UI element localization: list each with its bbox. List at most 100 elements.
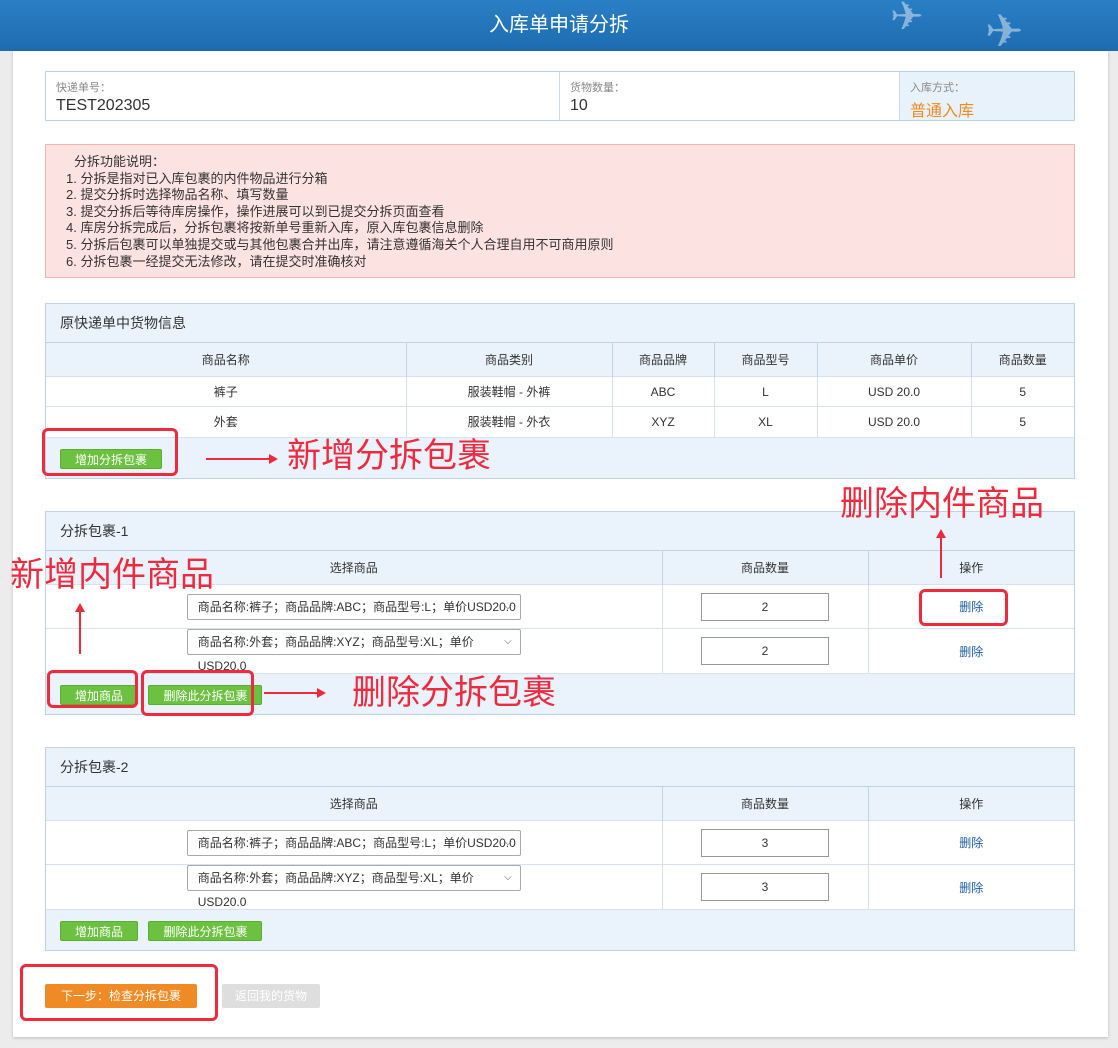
notice-line: 1. 分拆是指对已入库包裹的内件物品进行分箱 xyxy=(66,170,328,186)
original-goods-table: 商品名称 商品类别 商品品牌 商品型号 商品单价 商品数量 裤子 服装鞋帽 - … xyxy=(46,342,1074,437)
package-box-2: 分拆包裹-2 选择商品 商品数量 操作 商品名称:裤子；商品品牌:ABC；商品型… xyxy=(45,747,1075,951)
original-goods-box: 原快递单中货物信息 商品名称 商品类别 商品品牌 商品型号 商品单价 商品数量 … xyxy=(45,303,1075,479)
highlight-delete-package xyxy=(141,670,254,716)
col-header: 商品数量 xyxy=(662,786,869,821)
col-header: 商品型号 xyxy=(714,342,818,377)
action-cell: 删除 xyxy=(868,628,1074,673)
notice-line: 6. 分拆包裹一经提交无法修改，请在提交时准确核对 xyxy=(66,253,367,269)
select-cell: 商品名称:外套；商品品牌:XYZ；商品型号:XL；单价USD20.0 ⌵ xyxy=(46,864,663,909)
table-row: 商品名称:裤子；商品品牌:ABC；商品型号:L；单价USD20.0 ⌵ 3 删除 xyxy=(46,820,1074,865)
product-select-value: 商品名称:裤子；商品品牌:ABC；商品型号:L；单价USD20.0 xyxy=(197,599,516,614)
title-bar: ✈ ✈ 入库单申请分拆 xyxy=(0,0,1118,51)
cell: L xyxy=(714,376,818,407)
select-cell: 商品名称:外套；商品品牌:XYZ；商品型号:XL；单价USD20.0 ⌵ xyxy=(46,628,663,673)
chevron-down-icon: ⌵ xyxy=(504,600,512,612)
quantity-input[interactable]: 2 xyxy=(701,592,829,621)
cell: USD 20.0 xyxy=(817,376,972,407)
product-select[interactable]: 商品名称:外套；商品品牌:XYZ；商品型号:XL；单价USD20.0 ⌵ xyxy=(186,629,521,673)
add-item-button[interactable]: 增加商品 xyxy=(60,921,139,941)
arrow-right-icon xyxy=(206,454,278,464)
product-select-value: 商品名称:外套；商品品牌:XYZ；商品型号:XL；单价USD20.0 xyxy=(197,635,474,673)
tracking-cell: 快递单号： TEST202305 xyxy=(46,72,560,120)
cell: ABC xyxy=(612,376,715,407)
qty-label: 货物数量： xyxy=(570,82,625,94)
notice-line: 4. 库房分拆完成后，分拆包裹将按新单号重新入库，原入库包裹信息删除 xyxy=(66,220,484,236)
table-row: 裤子 服装鞋帽 - 外裤 ABC L USD 20.0 5 xyxy=(46,376,1074,407)
notice-box: 分拆功能说明： 1. 分拆是指对已入库包裹的内件物品进行分箱 2. 提交分拆时选… xyxy=(45,144,1075,278)
qty-value: 10 xyxy=(570,97,588,114)
tracking-value: TEST202305 xyxy=(56,97,151,114)
cell: 服装鞋帽 - 外裤 xyxy=(406,376,613,407)
annotation-delete-package: 删除分拆包裹 xyxy=(352,674,556,712)
col-header: 商品数量 xyxy=(662,550,869,585)
chevron-down-icon: ⌵ xyxy=(504,636,512,647)
col-header: 操作 xyxy=(868,550,1074,585)
table-row: 外套 服装鞋帽 - 外衣 XYZ XL USD 20.0 5 xyxy=(46,406,1074,437)
delete-item-link[interactable]: 删除 xyxy=(959,645,983,659)
cell: 裤子 xyxy=(46,376,407,407)
table-row: 商品名称:外套；商品品牌:XYZ；商品型号:XL；单价USD20.0 ⌵ 3 删除 xyxy=(46,864,1074,909)
delete-package-button[interactable]: 删除此分拆包裹 xyxy=(148,921,263,941)
arrow-up-icon xyxy=(936,529,946,578)
product-select[interactable]: 商品名称:外套；商品品牌:XYZ；商品型号:XL；单价USD20.0 ⌵ xyxy=(186,865,521,909)
quantity-input[interactable]: 3 xyxy=(701,873,829,901)
delete-item-link[interactable]: 删除 xyxy=(959,836,983,850)
product-select-value: 商品名称:裤子；商品品牌:ABC；商品型号:L；单价USD20.0 xyxy=(197,835,516,850)
cell: 服装鞋帽 - 外衣 xyxy=(406,406,613,437)
original-goods-title: 原快递单中货物信息 xyxy=(60,315,186,331)
annotation-delete-item: 删除内件商品 xyxy=(840,485,1044,523)
info-bar: 快递单号： TEST202305 货物数量： 10 入库方式： 普通入库 xyxy=(45,71,1075,121)
delete-item-link[interactable]: 删除 xyxy=(959,881,983,895)
cell: USD 20.0 xyxy=(817,406,972,437)
action-cell: 删除 xyxy=(868,864,1074,909)
tracking-label: 快递单号： xyxy=(56,82,111,94)
method-label: 入库方式： xyxy=(910,82,965,94)
col-header: 商品品牌 xyxy=(612,342,715,377)
notice-line: 5. 分拆后包裹可以单独提交或与其他包裹合并出库，请注意遵循海关个人合理自用不可… xyxy=(66,236,614,252)
notice-line: 2. 提交分拆时选择物品名称、填写数量 xyxy=(66,187,289,203)
notice-line: 3. 提交分拆后等待库房操作，操作进展可以到已提交分拆页面查看 xyxy=(66,203,445,219)
annotation-add-package: 新增分拆包裹 xyxy=(287,437,491,475)
back-button[interactable]: 返回我的货物 xyxy=(222,984,321,1008)
qty-cell: 2 xyxy=(662,628,869,673)
page-title: 入库单申请分拆 xyxy=(489,14,629,36)
chevron-down-icon: ⌵ xyxy=(504,836,512,848)
chevron-down-icon: ⌵ xyxy=(504,872,512,883)
method-cell: 入库方式： 普通入库 xyxy=(900,72,1074,120)
package-table: 选择商品 商品数量 操作 商品名称:裤子；商品品牌:ABC；商品型号:L；单价U… xyxy=(46,786,1074,909)
method-value: 普通入库 xyxy=(910,103,975,120)
package-title: 分拆包裹-2 xyxy=(60,759,129,775)
annotation-add-item: 新增内件商品 xyxy=(10,556,214,594)
cell: XYZ xyxy=(612,406,715,437)
select-cell: 商品名称:裤子；商品品牌:ABC；商品型号:L；单价USD20.0 ⌵ xyxy=(46,820,663,865)
qty-cell: 3 xyxy=(662,820,869,865)
highlight-add-item xyxy=(47,670,138,708)
col-header: 操作 xyxy=(868,786,1074,821)
col-header: 商品数量 xyxy=(971,342,1074,377)
original-button-row: 增加分拆包裹 xyxy=(46,436,1074,478)
qty-cell: 2 xyxy=(662,584,869,629)
cell: XL xyxy=(714,406,818,437)
cell: 5 xyxy=(971,376,1074,407)
highlight-add-package xyxy=(42,428,178,476)
highlight-next-step xyxy=(20,964,218,1021)
action-cell: 删除 xyxy=(868,820,1074,865)
col-header: 选择商品 xyxy=(46,786,663,821)
product-select-value: 商品名称:外套；商品品牌:XYZ；商品型号:XL；单价USD20.0 xyxy=(197,871,474,909)
product-select[interactable]: 商品名称:裤子；商品品牌:ABC；商品型号:L；单价USD20.0 ⌵ xyxy=(186,829,521,856)
col-header: 商品单价 xyxy=(817,342,972,377)
qty-cell: 货物数量： 10 xyxy=(560,72,900,120)
arrow-right-icon xyxy=(264,688,326,698)
quantity-input[interactable]: 2 xyxy=(701,637,829,665)
col-header: 商品类别 xyxy=(406,342,613,377)
notice-title: 分拆功能说明： xyxy=(74,154,166,169)
quantity-input[interactable]: 3 xyxy=(701,828,829,857)
arrow-up-icon xyxy=(75,603,85,654)
col-header: 商品名称 xyxy=(46,342,407,377)
cell: 5 xyxy=(971,406,1074,437)
qty-cell: 3 xyxy=(662,864,869,909)
table-row: 商品名称:外套；商品品牌:XYZ；商品型号:XL；单价USD20.0 ⌵ 2 删除 xyxy=(46,628,1074,673)
highlight-delete-item xyxy=(919,589,1008,626)
product-select[interactable]: 商品名称:裤子；商品品牌:ABC；商品型号:L；单价USD20.0 ⌵ xyxy=(186,593,521,620)
package-button-row: 增加商品 删除此分拆包裹 xyxy=(46,909,1074,950)
